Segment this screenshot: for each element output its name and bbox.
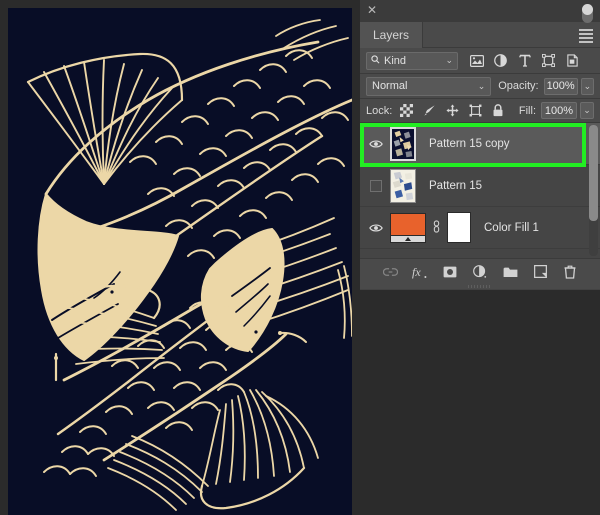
blend-mode-row: Normal ⌄ Opacity: 100% ⌄ <box>360 74 600 99</box>
filter-enable-toggle[interactable] <box>582 4 593 23</box>
svg-text:fx: fx <box>412 265 421 279</box>
add-layer-mask-icon[interactable] <box>442 264 458 280</box>
layer-filter-row: Kind ⌄ <box>360 4 600 74</box>
eye-off-icon <box>370 179 382 192</box>
adjustment-layer-filter-icon[interactable] <box>493 53 508 68</box>
eye-icon <box>369 223 383 232</box>
layer-list-scrollbar-thumb[interactable] <box>589 125 598 221</box>
layer-thumbnail-pattern-15[interactable] <box>390 168 416 203</box>
filter-type-icons <box>469 53 580 68</box>
layer-visibility-toggle[interactable] <box>366 165 386 206</box>
pixel-layer-filter-icon[interactable] <box>469 53 484 68</box>
layer-visibility-toggle[interactable] <box>366 207 386 248</box>
smart-object-filter-icon[interactable] <box>565 53 580 68</box>
delete-layer-icon[interactable] <box>562 264 578 280</box>
tabs-empty-area <box>423 22 600 48</box>
lock-image-pixels-icon[interactable] <box>422 104 436 118</box>
app-root: ✕ « Layers Kind ⌄ <box>0 0 600 515</box>
lock-row: Lock: Fill: 100% ⌄ <box>360 99 600 123</box>
lock-transparent-pixels-icon[interactable] <box>399 104 413 118</box>
link-layers-icon[interactable] <box>382 264 398 280</box>
type-layer-filter-icon[interactable] <box>517 53 532 68</box>
layer-name-pattern-15[interactable]: Pattern 15 <box>429 180 482 192</box>
fill-label: Fill: <box>518 104 536 117</box>
layer-visibility-toggle[interactable] <box>366 123 386 164</box>
shape-layer-filter-icon[interactable] <box>541 53 556 68</box>
opacity-input[interactable]: 100% <box>543 77 578 95</box>
new-layer-icon[interactable] <box>532 264 548 280</box>
layer-name-color-fill-1[interactable]: Color Fill 1 <box>484 222 539 234</box>
layer-style-fx-icon[interactable]: fx <box>412 264 428 280</box>
new-adjustment-layer-icon[interactable] <box>472 264 488 280</box>
lock-artboard-nesting-icon[interactable] <box>468 104 482 118</box>
layer-mask-thumbnail[interactable] <box>447 212 471 243</box>
panel-titlebar: ✕ « <box>360 0 600 22</box>
layer-name-pattern-15-copy[interactable]: Pattern 15 copy <box>429 138 510 150</box>
chevron-down-icon: ⌄ <box>445 55 453 65</box>
search-icon <box>371 54 380 67</box>
layer-thumbnail-color-fill[interactable] <box>390 212 426 243</box>
opacity-label: Opacity: <box>498 80 539 92</box>
layer-row-color-fill-1[interactable]: Color Fill 1 <box>360 207 600 249</box>
new-group-icon[interactable] <box>502 264 518 280</box>
blend-mode-select[interactable]: Normal ⌄ <box>366 76 492 96</box>
lock-icons <box>399 104 505 118</box>
layer-list: Pattern 15 copy Pattern 15 Color Fill 1 <box>360 123 600 258</box>
tab-layers[interactable]: Layers <box>360 22 424 48</box>
layer-row-pattern-15[interactable]: Pattern 15 <box>360 165 600 207</box>
panel-tabs: Layers <box>360 22 600 48</box>
filter-kind-label: Kind <box>384 54 407 67</box>
opacity-chevron-down-icon[interactable]: ⌄ <box>580 77 594 95</box>
layer-thumbnail-pattern-15-copy[interactable] <box>390 126 416 161</box>
filter-kind-select[interactable]: Kind ⌄ <box>366 51 458 70</box>
layer-list-scrollbar[interactable] <box>589 125 598 256</box>
fill-chevron-down-icon[interactable]: ⌄ <box>580 102 594 119</box>
lock-position-icon[interactable] <box>445 104 459 118</box>
chevron-down-icon: ⌄ <box>477 80 486 91</box>
panel-menu-icon[interactable] <box>579 29 593 43</box>
layers-panel: ✕ « Layers Kind ⌄ <box>360 0 600 290</box>
eye-icon <box>369 139 383 148</box>
color-fill-slider <box>391 234 425 242</box>
lock-all-icon[interactable] <box>491 104 505 118</box>
lock-label: Lock: <box>366 104 393 117</box>
fill-input[interactable]: 100% <box>541 102 577 119</box>
koi-pattern-artwork <box>8 8 352 515</box>
panel-resize-grip[interactable] <box>360 284 600 289</box>
blend-mode-value: Normal <box>372 80 408 92</box>
close-icon[interactable]: ✕ <box>366 4 378 16</box>
document-canvas[interactable] <box>8 8 352 515</box>
layer-row-pattern-15-copy[interactable]: Pattern 15 copy <box>360 123 600 167</box>
mask-link-icon[interactable] <box>431 219 442 236</box>
layers-panel-bottom-bar: fx <box>360 258 600 284</box>
